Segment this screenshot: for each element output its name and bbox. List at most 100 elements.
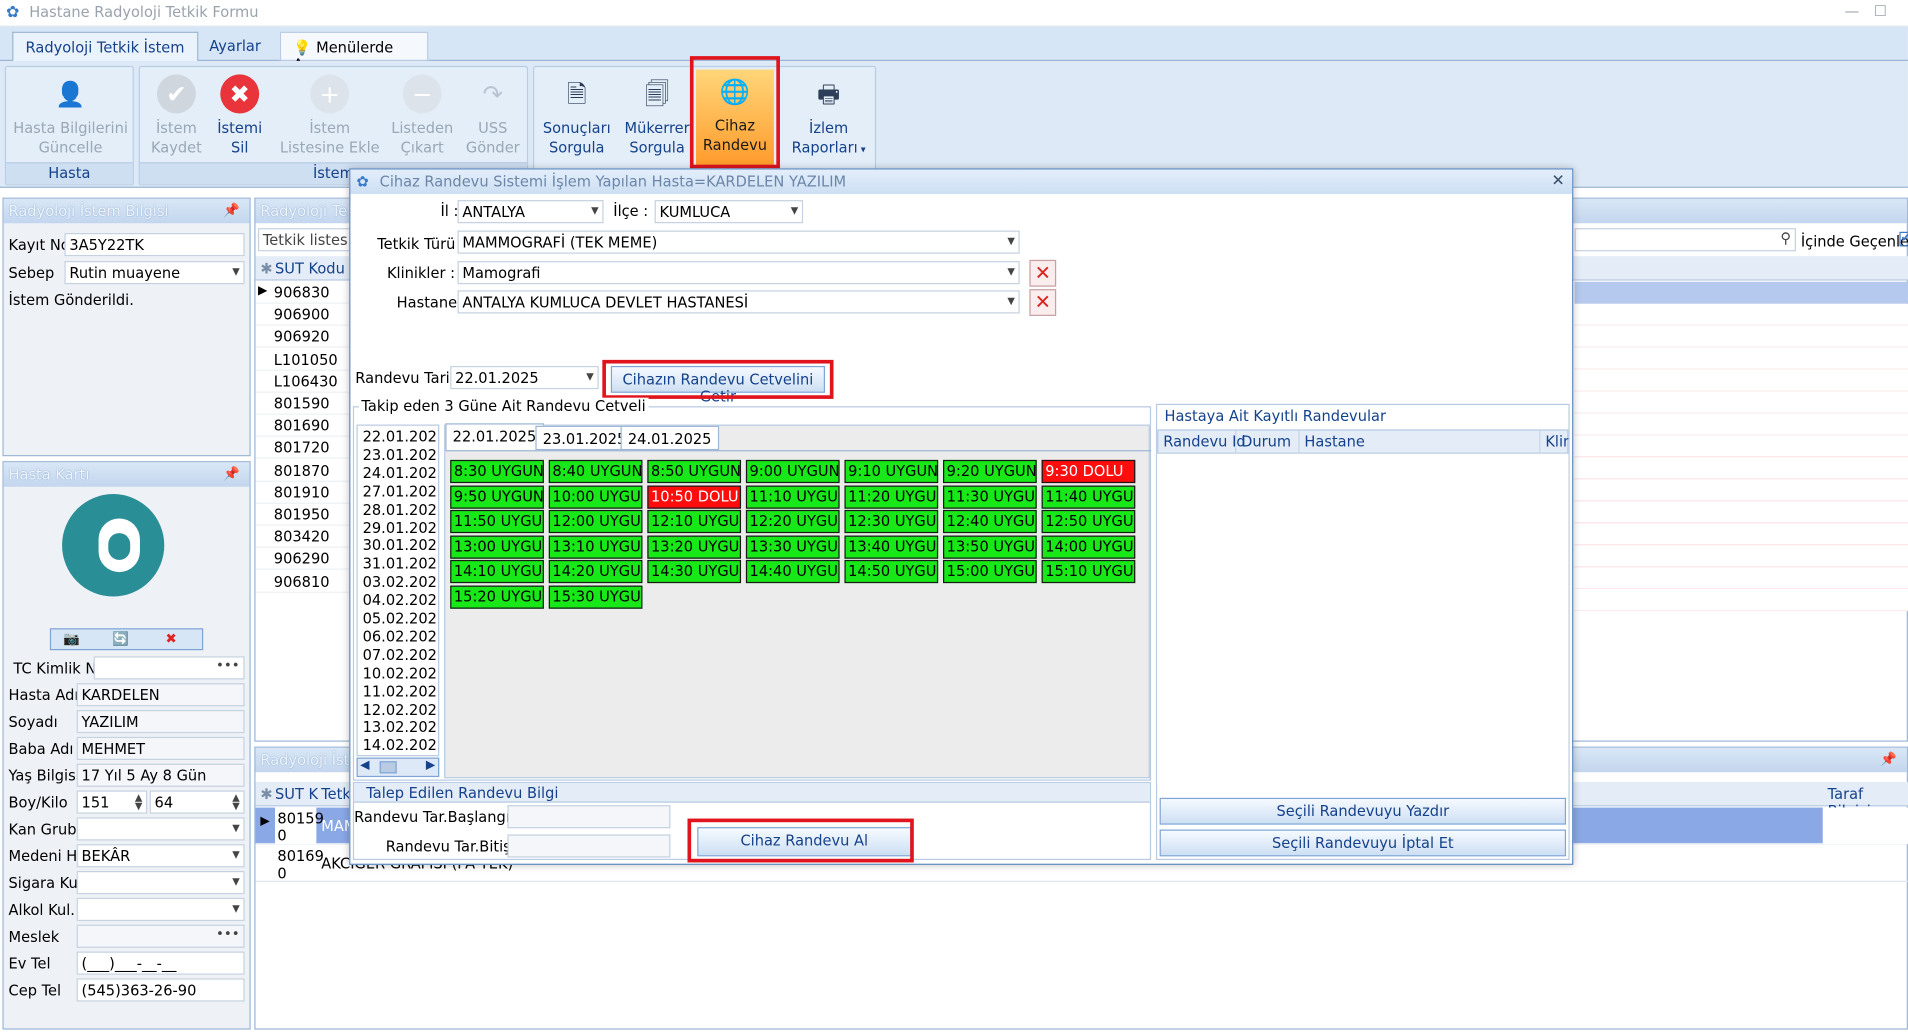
date-list-item[interactable]: 28.01.2025 [363, 501, 438, 518]
tc-field[interactable]: ••• [93, 656, 245, 680]
pin-icon[interactable]: 📌 [223, 203, 240, 219]
update-patient-button[interactable]: 👤 Hasta Bilgilerini Güncelle [11, 72, 130, 162]
date-list-item[interactable]: 22.01.2025 [363, 428, 438, 445]
date-list-item[interactable]: 11.02.2025 [363, 683, 438, 700]
slot-available[interactable]: 12:40 UYGUN [943, 510, 1037, 534]
scroll-right-icon[interactable]: ▶ [426, 759, 435, 772]
tetkik-row[interactable]: 906920 [255, 326, 353, 349]
remove-from-list-button[interactable]: − Listeden Çıkart [383, 72, 461, 162]
slot-available[interactable]: 11:30 UYGUN [943, 485, 1037, 509]
slot-available[interactable]: 14:10 UYGUN [450, 560, 544, 584]
duplicate-query-button[interactable]: 🗐 Mükerrer Sorgula [619, 72, 694, 162]
slot-available[interactable]: 14:50 UYGUN [844, 560, 939, 584]
col-tetkik[interactable]: Tetk [321, 786, 351, 803]
il-select[interactable]: ANTALYA ▼ [457, 200, 604, 224]
sebep-select[interactable]: Rutin muayene ▼ [64, 261, 245, 285]
add-to-list-button[interactable]: + İstem Listesine Ekle [279, 72, 381, 162]
boy-stepper[interactable]: 151 ▲ ▼ [76, 790, 148, 814]
day-tab-3[interactable]: 24.01.2025 [620, 425, 719, 451]
tetkik-row[interactable]: ▶ 906830 [255, 282, 353, 304]
col-klinik[interactable]: Klinik [1540, 430, 1570, 453]
tab-radyoloji-tetkik-istem[interactable]: Radyoloji Tetkik İstem [12, 31, 198, 61]
date-list-item[interactable]: 24.01.2025 [363, 465, 438, 482]
soyad-field[interactable]: YAZILIM [76, 709, 245, 734]
slot-available[interactable]: 8:40 UYGUN [548, 459, 643, 484]
tetkik-row[interactable]: 906810 [255, 570, 353, 593]
uss-send-button[interactable]: ↷ USS Gönder [461, 72, 524, 162]
day-tab-2[interactable]: 23.01.2025 [535, 425, 634, 451]
kan-select[interactable]: ▼ [76, 817, 245, 841]
slot-available[interactable]: 13:20 UYGUN [647, 535, 742, 559]
close-icon[interactable]: ✕ [1552, 172, 1565, 190]
date-list-item[interactable]: 04.02.2025 [363, 592, 438, 609]
slot-available[interactable]: 15:00 UYGUN [943, 560, 1037, 584]
tetkik-row[interactable]: 906900 [255, 304, 353, 326]
slot-available[interactable]: 11:40 UYGUN [1041, 485, 1136, 509]
slot-available[interactable]: 13:40 UYGUN [844, 535, 939, 559]
tetkik-search-right[interactable]: ⚲ [1574, 228, 1796, 252]
slot-full[interactable]: 9:30 DOLU [1041, 459, 1136, 484]
ilce-select[interactable]: KUMLUCA ▼ [654, 200, 804, 224]
cancel-appointment-button[interactable]: Seçili Randevuyu İptal Et [1159, 829, 1567, 857]
slot-available[interactable]: 14:30 UYGUN [647, 560, 742, 584]
clear-hastane-icon[interactable]: ✕ [1029, 289, 1057, 316]
slot-available[interactable]: 13:30 UYGUN [745, 535, 840, 559]
date-list-item[interactable]: 23.01.2025 [363, 446, 438, 463]
slot-available[interactable]: 15:20 UYGUN [450, 585, 544, 609]
date-list-item[interactable]: 07.02.2025 [363, 646, 438, 663]
slot-available[interactable]: 10:00 UYGUN [548, 485, 643, 509]
slot-available[interactable]: 11:20 UYGUN [844, 485, 939, 509]
alkol-select[interactable]: ▼ [76, 897, 245, 922]
meslek-field[interactable]: ••• [76, 924, 245, 948]
save-request-button[interactable]: ✔ İstem Kaydet [145, 72, 208, 162]
tab-ayarlar[interactable]: Ayarlar [197, 32, 273, 61]
delete-request-button[interactable]: ✖ İstemi Sil [211, 72, 269, 162]
baba-field[interactable]: MEHMET [76, 736, 245, 760]
tetkik-row[interactable]: L101050 [255, 348, 353, 371]
day-tab-1[interactable]: 22.01.2025 [445, 423, 544, 451]
tetkik-row[interactable]: 803420 [255, 526, 353, 548]
date-list-item[interactable]: 14.02.2025 [363, 737, 438, 754]
clear-klinik-icon[interactable]: ✕ [1029, 259, 1057, 287]
slot-available[interactable]: 9:20 UYGUN [943, 459, 1037, 484]
slot-available[interactable]: 12:50 UYGUN [1041, 510, 1136, 534]
scroll-thumb[interactable] [379, 761, 397, 774]
date-list-item[interactable]: 29.01.2025 [363, 519, 438, 536]
date-list-item[interactable]: 06.02.2025 [363, 628, 438, 645]
date-list-scrollbar[interactable]: ◀ ▶ [356, 757, 440, 778]
col-randevu-id[interactable]: Randevu Id [1158, 430, 1246, 453]
slot-available[interactable]: 9:10 UYGUN [844, 459, 939, 484]
tetkik-search-input[interactable]: Tetkik listesind [257, 228, 351, 252]
slot-available[interactable]: 11:50 UYGUN [450, 510, 544, 534]
medeni-select[interactable]: BEKÂR ▼ [76, 844, 245, 868]
query-results-button[interactable]: 🗎 Sonuçları Sorgula [539, 72, 614, 162]
slot-available[interactable]: 13:10 UYGUN [548, 535, 643, 559]
ceptel-field[interactable]: (545)363-26-90 [76, 978, 245, 1002]
tetkik-row[interactable]: 801720 [255, 437, 353, 460]
print-appointment-button[interactable]: Seçili Randevuyu Yazdır [1159, 797, 1567, 825]
tetkik-turu-select[interactable]: MAMMOGRAFİ (TEK MEME) ▼ [457, 230, 1020, 254]
slot-full[interactable]: 10:50 DOLU [647, 485, 742, 509]
remove-photo-icon[interactable]: ✖ [165, 631, 176, 647]
scroll-left-icon[interactable]: ◀ [360, 759, 369, 772]
date-list-item[interactable]: 30.01.2025 [363, 537, 438, 554]
baslangic-field[interactable] [507, 805, 671, 829]
refresh-photo-icon[interactable]: 🔄 [112, 631, 129, 647]
date-list-item[interactable]: 31.01.2025 [363, 555, 438, 572]
sigara-select[interactable]: ▼ [76, 871, 245, 895]
tetkik-row[interactable]: 801590 [255, 393, 353, 415]
tetkik-row[interactable]: 801870 [255, 459, 353, 482]
date-list-item[interactable]: 05.02.2025 [363, 610, 438, 627]
ad-field[interactable]: KARDELEN [76, 683, 245, 707]
date-list-item[interactable]: 27.01.2025 [363, 483, 438, 500]
slot-available[interactable]: 9:00 UYGUN [745, 459, 840, 484]
col-hastane[interactable]: Hastane [1300, 430, 1541, 453]
icinde-gecenler-checkbox[interactable]: ✔ [1899, 231, 1908, 247]
tetkik-row[interactable]: 801950 [255, 504, 353, 526]
slot-available[interactable]: 14:20 UYGUN [548, 560, 643, 584]
maximize-icon[interactable]: ☐ [1874, 2, 1887, 19]
randevu-tarihi-select[interactable]: 22.01.2025 ▼ [450, 365, 599, 390]
kayit-no-field[interactable]: 3A5Y22TK [64, 233, 245, 257]
col-durum[interactable]: Durum [1236, 430, 1300, 453]
tetkik-row[interactable]: 906290 [255, 548, 353, 571]
